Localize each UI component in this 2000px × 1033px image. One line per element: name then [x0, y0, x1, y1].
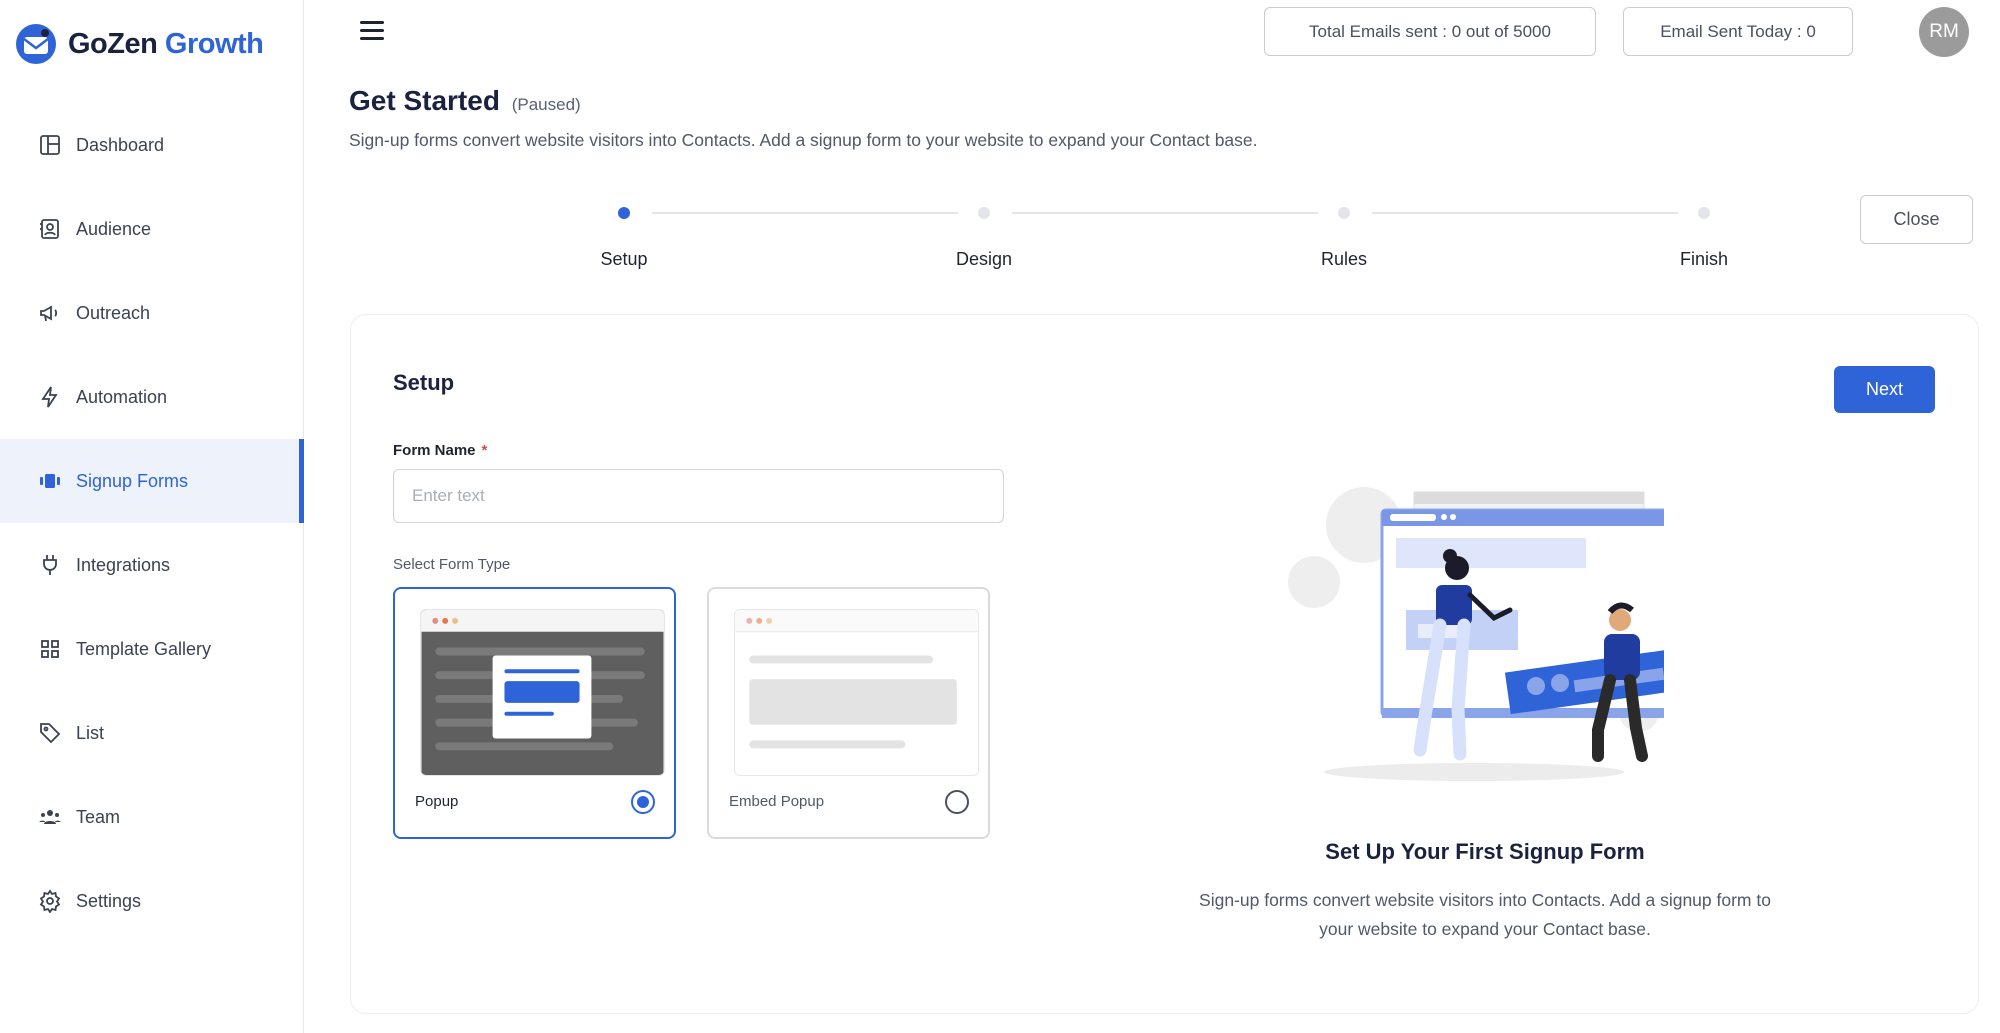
signup-illustration — [1288, 487, 1664, 781]
form-type-embed-popup-card[interactable]: Embed Popup — [707, 587, 990, 839]
sidebar-item-audience[interactable]: Audience — [0, 187, 304, 271]
plug-icon — [43, 555, 57, 575]
next-button[interactable]: Next — [1834, 366, 1935, 413]
step-label-rules: Rules — [1320, 249, 1368, 269]
sidebar-item-label: Signup Forms — [76, 470, 189, 491]
sidebar-item-signup-forms[interactable]: Signup Forms — [0, 439, 304, 523]
page-title: Get Started (Paused) — [349, 85, 581, 116]
signup-forms-icon — [40, 474, 60, 488]
popup-preview-image — [420, 609, 665, 776]
sidebar-item-label: Automation — [76, 386, 168, 407]
emails-today-badge: Email Sent Today : 0 — [1623, 7, 1853, 56]
sidebar-item-label: Integrations — [76, 554, 171, 575]
step-connector — [1372, 212, 1678, 214]
logo-icon — [16, 24, 56, 64]
step-dot-design[interactable] — [978, 207, 990, 219]
sidebar-item-template-gallery[interactable]: Template Gallery — [0, 607, 304, 691]
sidebar-item-label: List — [76, 722, 105, 743]
popup-radio[interactable] — [631, 790, 655, 814]
sidebar-item-outreach[interactable]: Outreach — [0, 271, 304, 355]
sidebar-item-label: Team — [76, 806, 121, 827]
menu-icon-bar — [360, 20, 384, 24]
embed-popup-preview-image — [734, 609, 979, 776]
form-type-popup-card[interactable]: Popup — [393, 587, 676, 839]
form-name-label: Form Name * — [393, 442, 488, 459]
sidebar: GoZen Growth Dashboard Audience Outreach… — [0, 0, 304, 1033]
sidebar-item-label: Audience — [76, 218, 152, 239]
menu-icon-bar — [360, 36, 384, 40]
gear-icon — [39, 889, 61, 913]
embed-popup-radio[interactable] — [945, 790, 969, 814]
sidebar-item-automation[interactable]: Automation — [0, 355, 304, 439]
step-connector — [652, 212, 958, 214]
form-type-label: Select Form Type — [393, 556, 511, 573]
step-dot-rules[interactable] — [1338, 207, 1350, 219]
avatar[interactable]: RM — [1919, 7, 1969, 57]
promo-title: Set Up Your First Signup Form — [1325, 839, 1645, 864]
brand-name: GoZen Growth — [68, 27, 264, 60]
audience-icon — [40, 219, 59, 239]
status-label: (Paused) — [511, 95, 581, 114]
sidebar-item-label: Template Gallery — [76, 638, 212, 659]
form-type-embed-popup-label: Embed Popup — [729, 793, 825, 810]
step-connector — [1012, 212, 1318, 214]
promo-text: Sign-up forms convert website visitors i… — [1199, 890, 1771, 939]
team-icon — [39, 810, 61, 824]
tag-icon — [40, 723, 61, 744]
sidebar-item-team[interactable]: Team — [0, 775, 304, 859]
sidebar-nav: Dashboard Audience Outreach Automation S… — [0, 103, 304, 943]
setup-title: Setup — [393, 370, 455, 395]
sidebar-item-settings[interactable]: Settings — [0, 859, 304, 943]
step-dot-finish[interactable] — [1698, 207, 1710, 219]
lightning-icon — [41, 386, 58, 408]
sidebar-item-label: Settings — [76, 890, 142, 911]
step-dot-setup[interactable] — [618, 207, 630, 219]
megaphone-icon — [40, 305, 58, 322]
sidebar-item-label: Outreach — [76, 302, 151, 323]
required-marker: * — [481, 442, 488, 459]
step-label-finish: Finish — [1679, 249, 1729, 269]
menu-icon-bar — [360, 28, 384, 32]
sidebar-item-list[interactable]: List — [0, 691, 304, 775]
setup-card: Setup Next Form Name* Select Form Type P… — [350, 314, 1979, 1014]
hamburger-menu-button[interactable] — [360, 16, 388, 44]
form-name-input[interactable] — [393, 469, 1004, 523]
sidebar-item-integrations[interactable]: Integrations — [0, 523, 304, 607]
logo[interactable]: GoZen Growth — [14, 22, 264, 66]
sidebar-item-label: Dashboard — [76, 134, 165, 155]
step-label-setup: Setup — [600, 249, 648, 269]
close-button[interactable]: Close — [1860, 195, 1973, 244]
sidebar-item-dashboard[interactable]: Dashboard — [0, 103, 304, 187]
total-emails-badge: Total Emails sent : 0 out of 5000 — [1264, 7, 1596, 56]
step-label-design: Design — [955, 249, 1013, 269]
dashboard-icon — [40, 135, 60, 155]
grid-icon — [41, 640, 59, 658]
form-type-popup-label: Popup — [415, 793, 459, 810]
page-subtitle: Sign-up forms convert website visitors i… — [349, 130, 1258, 150]
